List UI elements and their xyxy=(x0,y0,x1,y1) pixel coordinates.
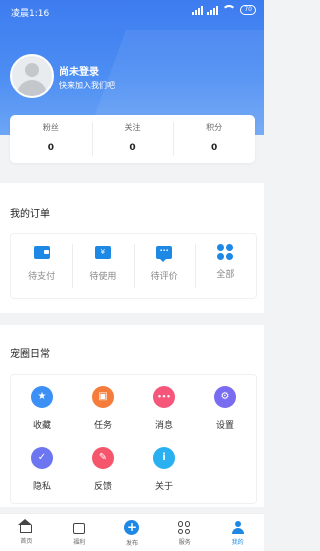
tab-label: 发布 xyxy=(125,540,138,547)
stat-label: 粉丝 xyxy=(42,123,59,132)
menu-tasks[interactable]: ▣ 任务 xyxy=(73,386,133,431)
menu-favorites[interactable]: ★ 收藏 xyxy=(12,386,72,431)
services-icon xyxy=(178,521,191,534)
menu-feedback[interactable]: ✎ 反馈 xyxy=(73,447,133,492)
message-icon: ••• xyxy=(153,386,175,408)
menu-label: 收藏 xyxy=(32,421,51,431)
stats-card: 粉丝 0 关注 0 积分 0 xyxy=(10,115,255,163)
tab-label: 首页 xyxy=(20,538,33,545)
stat-label: 关注 xyxy=(124,123,141,132)
star-icon: ★ xyxy=(31,386,53,408)
menu-label: 任务 xyxy=(93,421,112,431)
order-pending-payment[interactable]: 待支付 xyxy=(11,234,72,298)
stat-value: 0 xyxy=(47,143,54,153)
gift-icon xyxy=(73,523,86,534)
signal-icon xyxy=(192,5,204,15)
plus-icon: + xyxy=(124,520,140,535)
comment-icon: ··· xyxy=(156,246,173,262)
stat-label: 积分 xyxy=(206,123,223,132)
shield-icon: ✓ xyxy=(31,447,53,469)
feedback-icon: ✎ xyxy=(92,447,114,469)
order-label: 待支付 xyxy=(28,272,56,282)
status-bar: 凌晨1:16 70 xyxy=(0,0,264,22)
wallet-icon xyxy=(33,246,50,259)
menu-privacy[interactable]: ✓ 隐私 xyxy=(12,447,72,492)
status-time: 凌晨1:16 xyxy=(11,9,50,19)
info-icon: i xyxy=(153,447,175,469)
bottom-tab-bar: 首页 福利 + 发布 服务 我的 xyxy=(0,513,264,551)
tab-label: 我的 xyxy=(231,539,244,546)
task-icon: ▣ xyxy=(92,386,114,408)
avatar[interactable] xyxy=(10,54,54,98)
order-label: 全部 xyxy=(216,270,235,280)
stat-value: 0 xyxy=(211,143,218,153)
order-all[interactable]: 全部 xyxy=(194,234,256,298)
battery-icon: 70 xyxy=(240,5,256,15)
tab-services[interactable]: 服务 xyxy=(158,514,211,551)
menu-settings[interactable]: ⚙ 设置 xyxy=(195,386,255,431)
tab-label: 福利 xyxy=(73,539,86,546)
wifi-icon xyxy=(222,5,237,15)
home-icon xyxy=(18,519,33,533)
menu-messages[interactable]: ••• 消息 xyxy=(134,386,194,431)
menu-label: 隐私 xyxy=(32,482,51,492)
login-subtitle: 快来加入我们吧 xyxy=(59,81,115,90)
order-to-review[interactable]: ··· 待评价 xyxy=(133,234,195,298)
order-label: 待评价 xyxy=(150,272,178,282)
menu-label: 反馈 xyxy=(93,482,112,492)
order-to-use[interactable]: ¥ 待使用 xyxy=(72,234,133,298)
stat-points[interactable]: 积分 0 xyxy=(173,115,255,163)
menu-label: 关于 xyxy=(154,482,173,492)
stat-fans[interactable]: 粉丝 0 xyxy=(10,115,92,163)
tab-publish[interactable]: + 发布 xyxy=(106,514,159,551)
order-label: 待使用 xyxy=(89,272,117,282)
tab-mine[interactable]: 我的 xyxy=(211,514,264,551)
orders-grid: 待支付 ¥ 待使用 ··· 待评价 全部 xyxy=(10,233,257,299)
grid-icon xyxy=(217,244,234,260)
user-icon xyxy=(231,521,245,534)
stat-following[interactable]: 关注 0 xyxy=(91,115,174,163)
signal-icon xyxy=(207,5,219,15)
stat-value: 0 xyxy=(129,143,136,153)
tab-home[interactable]: 首页 xyxy=(0,514,53,551)
menu-label: 消息 xyxy=(154,421,173,431)
pet-circle-grid: ★ 收藏 ▣ 任务 ••• 消息 ⚙ 设置 ✓ 隐私 ✎ 反馈 i 关于 xyxy=(10,374,257,504)
settings-icon: ⚙ xyxy=(214,386,236,408)
tab-label: 服务 xyxy=(178,539,191,546)
ticket-icon: ¥ xyxy=(94,246,111,259)
menu-about[interactable]: i 关于 xyxy=(134,447,194,492)
pet-circle-title: 宠圈日常 xyxy=(10,349,50,360)
tab-welfare[interactable]: 福利 xyxy=(53,514,106,551)
login-prompt[interactable]: 尚未登录 xyxy=(59,63,99,78)
menu-label: 设置 xyxy=(215,421,234,431)
orders-title: 我的订单 xyxy=(10,209,50,220)
